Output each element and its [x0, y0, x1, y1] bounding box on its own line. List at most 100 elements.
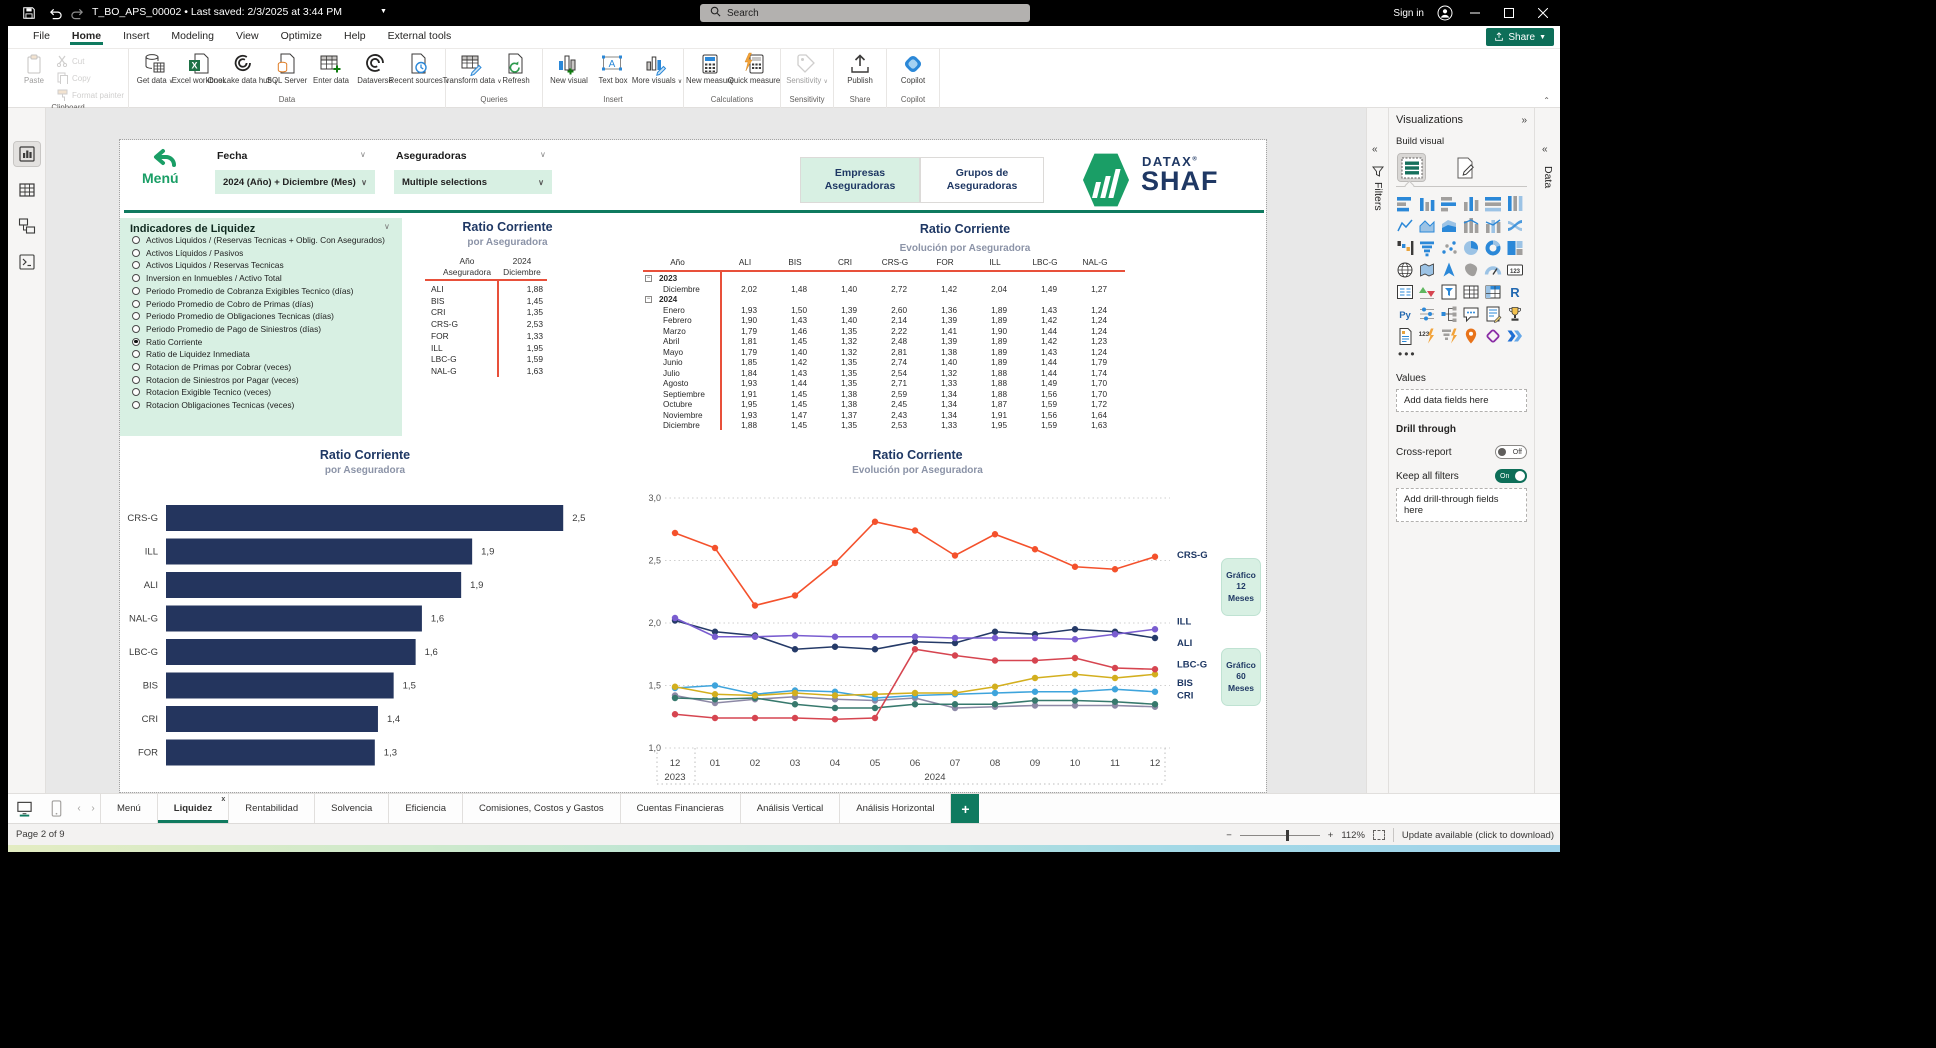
- aseguradoras-collapse-icon[interactable]: ∨: [540, 150, 546, 159]
- model-view-icon[interactable]: [14, 214, 40, 238]
- maximize-button[interactable]: [1492, 0, 1526, 26]
- menu-tab-external-tools[interactable]: External tools: [377, 26, 463, 45]
- indicator-panel-collapse-icon[interactable]: ∨: [384, 222, 390, 231]
- data-point[interactable]: [1152, 689, 1158, 695]
- data-point[interactable]: [832, 716, 838, 722]
- title-dropdown-caret[interactable]: ▼: [380, 8, 387, 15]
- line-chart-icon[interactable]: [1396, 217, 1414, 235]
- power-apps-visual-icon[interactable]: [1484, 327, 1502, 345]
- data-point[interactable]: [1032, 675, 1038, 681]
- data-point[interactable]: [672, 684, 678, 690]
- data-point[interactable]: [672, 615, 678, 621]
- area-chart-icon[interactable]: [1418, 217, 1436, 235]
- page-tab-rentabilidad[interactable]: Rentabilidad: [229, 794, 315, 823]
- azure-map-icon[interactable]: [1440, 261, 1458, 279]
- data-point[interactable]: [792, 701, 798, 707]
- account-avatar-icon[interactable]: [1432, 0, 1458, 26]
- data-point[interactable]: [992, 701, 998, 707]
- zoom-in-button[interactable]: +: [1328, 830, 1334, 841]
- bar-LBC-G[interactable]: [166, 639, 416, 665]
- indicator-option[interactable]: Rotacion Obligaciones Tecnicas (veces): [132, 400, 294, 410]
- data-point[interactable]: [952, 635, 958, 641]
- add-drill-through-well[interactable]: Add drill-through fields here: [1396, 488, 1527, 522]
- data-point[interactable]: [832, 705, 838, 711]
- zoom-out-button[interactable]: −: [1226, 830, 1232, 841]
- update-available-link[interactable]: Update available (click to download): [1402, 830, 1554, 841]
- funnel-chart-icon[interactable]: [1418, 239, 1436, 257]
- page-tab-comisiones-costos-y-gastos[interactable]: Comisiones, Costos y Gastos: [463, 794, 621, 823]
- build-visual-tab[interactable]: [1398, 154, 1425, 181]
- data-point[interactable]: [912, 701, 918, 707]
- field-parameters-icon[interactable]: [1418, 305, 1436, 323]
- clustered-column-chart-icon[interactable]: [1462, 195, 1480, 213]
- data-point[interactable]: [752, 602, 758, 608]
- stacked-area-chart-icon[interactable]: [1440, 217, 1458, 235]
- data-point[interactable]: [952, 690, 958, 696]
- bar-FOR[interactable]: [166, 740, 375, 766]
- grupos-aseguradoras-button[interactable]: Grupos de Aseguradoras: [920, 157, 1044, 203]
- data-view-icon[interactable]: [14, 178, 40, 202]
- data-point[interactable]: [712, 634, 718, 640]
- filters-collapsed-pane[interactable]: « Filters: [1366, 108, 1388, 793]
- sign-in-button[interactable]: Sign in: [1393, 8, 1424, 19]
- desktop-layout-icon[interactable]: [8, 794, 40, 823]
- data-point[interactable]: [752, 634, 758, 640]
- data-point[interactable]: [992, 635, 998, 641]
- 100-stacked-column-chart-icon[interactable]: [1506, 195, 1524, 213]
- new-page-button[interactable]: +: [951, 794, 979, 823]
- data-point[interactable]: [792, 690, 798, 696]
- data-point[interactable]: [912, 527, 918, 533]
- indicator-option[interactable]: Rotacion Exigible Tecnico (veces): [132, 387, 271, 397]
- data-point[interactable]: [1072, 671, 1078, 677]
- expand-data-icon[interactable]: «: [1542, 144, 1548, 155]
- bar-CRI[interactable]: [166, 706, 378, 732]
- cross-report-toggle[interactable]: Off: [1495, 445, 1527, 459]
- page-tab-solvencia[interactable]: Solvencia: [315, 794, 389, 823]
- kpi-icon[interactable]: [1418, 283, 1436, 301]
- redo-icon[interactable]: [68, 4, 86, 22]
- data-point[interactable]: [1072, 636, 1078, 642]
- page-tab-an-lisis-horizontal[interactable]: Análisis Horizontal: [840, 794, 951, 823]
- indicator-option[interactable]: Periodo Promedio de Cobro de Primas (día…: [132, 299, 314, 309]
- series-line-CRS-G[interactable]: [675, 522, 1155, 606]
- add-data-fields-well[interactable]: Add data fields here: [1396, 389, 1527, 412]
- multi-row-card-icon[interactable]: [1396, 283, 1414, 301]
- get-data-button[interactable]: Get data ∨: [133, 51, 177, 86]
- grafico-60-meses-button[interactable]: Gráfico 60 Meses: [1221, 648, 1261, 706]
- share-button[interactable]: Share ▼: [1486, 28, 1554, 46]
- data-point[interactable]: [952, 701, 958, 707]
- close-button[interactable]: [1526, 0, 1560, 26]
- data-point[interactable]: [832, 560, 838, 566]
- transform-data-button[interactable]: Transform data ∨: [450, 51, 494, 86]
- new-measure-button[interactable]: New measure: [688, 51, 732, 86]
- decomposition-tree-icon[interactable]: [1440, 305, 1458, 323]
- copilot-button[interactable]: Copilot: [891, 51, 935, 86]
- data-point[interactable]: [792, 646, 798, 652]
- bar-chart-plot[interactable]: CRS-G2,5ILL1,9ALI1,9NAL-G1,6LBC-G1,6BIS1…: [125, 448, 605, 786]
- onelake-data-hub-button[interactable]: OneLake data hub ∨: [221, 51, 265, 86]
- page-tab-liquidez[interactable]: Liquidezx: [158, 794, 230, 823]
- r-script-visual-icon[interactable]: R: [1506, 283, 1524, 301]
- enter-data-button[interactable]: Enter data: [309, 51, 353, 86]
- zoom-slider[interactable]: [1240, 835, 1320, 836]
- data-point[interactable]: [992, 629, 998, 635]
- bar-ILL[interactable]: [166, 539, 472, 565]
- data-point[interactable]: [872, 646, 878, 652]
- bar-BIS[interactable]: [166, 673, 394, 699]
- data-point[interactable]: [712, 545, 718, 551]
- data-point[interactable]: [872, 705, 878, 711]
- data-point[interactable]: [1072, 655, 1078, 661]
- more-visuals-button[interactable]: More visuals ∨: [635, 51, 679, 86]
- mobile-layout-icon[interactable]: [40, 794, 72, 823]
- data-point[interactable]: [1072, 626, 1078, 632]
- clustered-bar-chart-icon[interactable]: [1440, 195, 1458, 213]
- data-point[interactable]: [1072, 697, 1078, 703]
- page-tab-eficiencia[interactable]: Eficiencia: [389, 794, 463, 823]
- map-icon[interactable]: [1396, 261, 1414, 279]
- menu-tab-help[interactable]: Help: [333, 26, 377, 45]
- data-point[interactable]: [952, 552, 958, 558]
- data-point[interactable]: [1032, 546, 1038, 552]
- data-point[interactable]: [672, 711, 678, 717]
- menu-tab-view[interactable]: View: [225, 26, 270, 45]
- data-point[interactable]: [912, 646, 918, 652]
